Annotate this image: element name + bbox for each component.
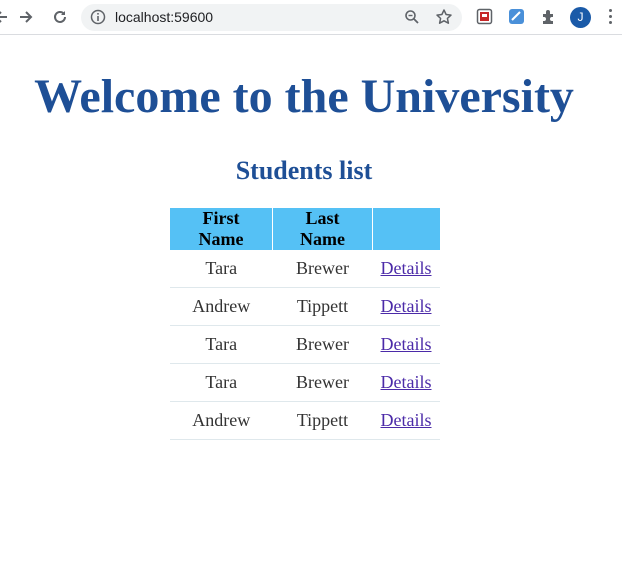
last-name-cell: Brewer: [272, 250, 373, 288]
details-link[interactable]: Details: [381, 296, 432, 316]
page-title: Welcome to the University: [34, 70, 574, 123]
browser-toolbar: localhost:59600 J: [0, 0, 622, 35]
forward-arrow-icon[interactable]: [15, 6, 37, 28]
last-name-cell: Brewer: [272, 363, 373, 402]
column-header-first-name: First Name: [170, 208, 273, 250]
info-icon[interactable]: [90, 9, 106, 25]
last-name-cell: Tippett: [272, 287, 373, 326]
table-header-row: First Name Last Name: [170, 208, 440, 250]
first-name-cell: Tara: [170, 363, 273, 402]
reload-icon[interactable]: [49, 6, 71, 28]
first-name-cell: Andrew: [170, 401, 273, 440]
url-text[interactable]: localhost:59600: [115, 9, 213, 26]
details-cell: Details: [372, 250, 440, 288]
first-name-cell: Tara: [170, 325, 273, 364]
details-link[interactable]: Details: [381, 334, 432, 354]
first-name-cell: Tara: [170, 250, 273, 288]
details-cell: Details: [372, 363, 440, 402]
kebab-menu-icon[interactable]: [607, 9, 613, 27]
profile-avatar[interactable]: J: [570, 7, 591, 28]
students-table: First Name Last Name Tara Brewer Details…: [170, 208, 440, 440]
details-link[interactable]: Details: [381, 372, 432, 392]
table-row: Andrew Tippett Details: [170, 401, 440, 440]
last-name-cell: Brewer: [272, 325, 373, 364]
table-row: Tara Brewer Details: [170, 250, 440, 288]
extension-1-icon[interactable]: [476, 8, 493, 25]
last-name-cell: Tippett: [272, 401, 373, 440]
first-name-cell: Andrew: [170, 287, 273, 326]
column-header-last-name: Last Name: [272, 208, 373, 250]
back-arrow-icon[interactable]: [0, 6, 12, 28]
table-row: Andrew Tippett Details: [170, 287, 440, 326]
page-subtitle: Students list: [235, 156, 373, 185]
details-link[interactable]: Details: [381, 258, 432, 278]
details-link[interactable]: Details: [381, 410, 432, 430]
zoom-icon[interactable]: [404, 9, 420, 25]
puzzle-icon[interactable]: [540, 8, 557, 25]
table-row: Tara Brewer Details: [170, 325, 440, 364]
address-bar[interactable]: localhost:59600: [81, 4, 462, 31]
details-cell: Details: [372, 401, 440, 440]
column-header-actions: [372, 208, 440, 250]
extension-2-icon[interactable]: [508, 8, 525, 25]
details-cell: Details: [372, 287, 440, 326]
details-cell: Details: [372, 325, 440, 364]
table-row: Tara Brewer Details: [170, 363, 440, 402]
star-icon[interactable]: [435, 8, 453, 26]
